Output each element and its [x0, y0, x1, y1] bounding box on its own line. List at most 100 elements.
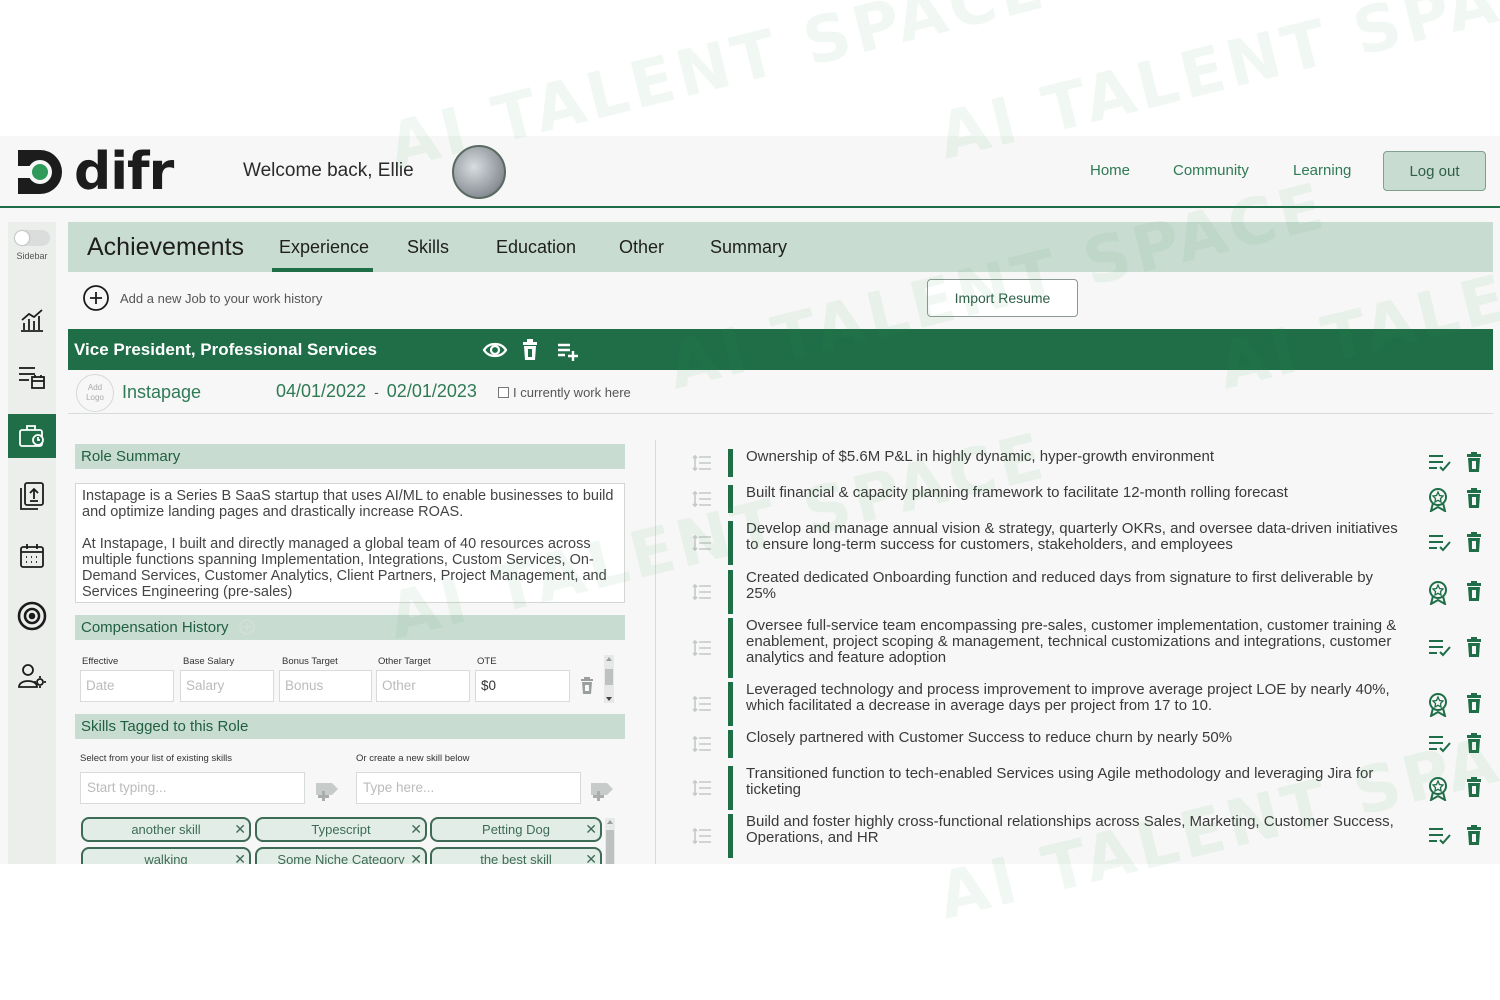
achievement-text[interactable]: Build and foster highly cross-functional… [746, 814, 1406, 846]
skill-chip[interactable]: another skill ✕ [81, 817, 251, 842]
nav-home[interactable]: Home [1090, 162, 1130, 179]
add-job-button[interactable]: Add a new Job to your work history [82, 284, 322, 312]
compensation-scrollbar[interactable] [604, 655, 614, 703]
start-date[interactable]: 04/01/2022 [276, 381, 366, 401]
drag-handle-icon[interactable] [692, 490, 711, 508]
checklist-icon[interactable] [1428, 825, 1452, 850]
skills-scrollbar[interactable] [605, 818, 615, 864]
achievement-row[interactable]: Transitioned function to tech-enabled Se… [688, 766, 1488, 810]
current-job-toggle[interactable]: I currently work here [498, 385, 631, 400]
drag-handle-icon[interactable] [692, 695, 711, 713]
other-target-input[interactable]: Other [376, 670, 470, 702]
tab-experience[interactable]: Experience [279, 237, 369, 258]
plus-circle-icon[interactable] [238, 619, 255, 635]
end-date[interactable]: 02/01/2023 [387, 381, 477, 401]
trash-icon[interactable] [1466, 733, 1482, 758]
difr-logo[interactable]: difr [14, 142, 184, 202]
role-summary-textarea[interactable]: Instapage is a Series B SaaS startup tha… [75, 483, 625, 603]
badge-icon[interactable] [1428, 777, 1448, 806]
skill-chip[interactable]: Typescript ✕ [255, 817, 427, 842]
add-logo-button[interactable]: Add Logo [76, 374, 114, 412]
skill-search-input[interactable]: Start typing... [80, 772, 305, 804]
achievement-text[interactable]: Ownership of $5.6M P&L in highly dynamic… [746, 449, 1406, 465]
checklist-icon[interactable] [1428, 733, 1452, 758]
sidebar-item-planning[interactable] [8, 354, 56, 398]
achievement-text[interactable]: Closely partnered with Customer Success … [746, 730, 1406, 746]
sidebar-item-experience[interactable] [8, 414, 56, 458]
trash-icon[interactable] [580, 677, 594, 700]
trash-icon[interactable] [1466, 637, 1482, 662]
achievement-row[interactable]: Develop and manage annual vision & strat… [688, 521, 1488, 565]
sidebar-item-profile-settings[interactable] [8, 654, 56, 698]
effective-date-input[interactable]: Date [80, 670, 174, 702]
badge-icon[interactable] [1428, 581, 1448, 610]
logout-button[interactable]: Log out [1383, 151, 1486, 191]
tab-summary[interactable]: Summary [710, 237, 787, 258]
create-skill-icon[interactable] [589, 777, 617, 806]
checklist-icon[interactable] [1428, 452, 1452, 477]
trash-icon[interactable] [1466, 488, 1482, 513]
achievement-row[interactable]: Created dedicated Onboarding function an… [688, 570, 1488, 614]
remove-chip-icon[interactable]: ✕ [410, 851, 422, 864]
trash-icon[interactable] [1466, 693, 1482, 718]
drag-handle-icon[interactable] [692, 583, 711, 601]
remove-chip-icon[interactable]: ✕ [234, 851, 246, 864]
trash-icon[interactable] [521, 339, 539, 366]
tab-skills[interactable]: Skills [407, 237, 449, 258]
drag-handle-icon[interactable] [692, 534, 711, 552]
new-skill-input[interactable]: Type here... [356, 772, 581, 804]
import-resume-button[interactable]: Import Resume [927, 279, 1078, 317]
badge-icon[interactable] [1428, 693, 1448, 722]
drag-handle-icon[interactable] [692, 779, 711, 797]
remove-chip-icon[interactable]: ✕ [410, 821, 422, 838]
add-list-icon[interactable] [556, 339, 580, 366]
skill-chip[interactable]: walking ✕ [81, 847, 251, 864]
nav-community[interactable]: Community [1173, 162, 1249, 179]
remove-chip-icon[interactable]: ✕ [585, 851, 597, 864]
trash-icon[interactable] [1466, 581, 1482, 606]
achievement-row[interactable]: Ownership of $5.6M P&L in highly dynamic… [688, 449, 1488, 477]
base-salary-input[interactable]: Salary [180, 670, 274, 702]
trash-icon[interactable] [1466, 532, 1482, 557]
trash-icon[interactable] [1466, 777, 1482, 802]
achievement-text[interactable]: Oversee full-service team encompassing p… [746, 618, 1406, 666]
checklist-icon[interactable] [1428, 637, 1452, 662]
remove-chip-icon[interactable]: ✕ [585, 821, 597, 838]
drag-handle-icon[interactable] [692, 454, 711, 472]
achievement-row[interactable]: Leveraged technology and process improve… [688, 682, 1488, 726]
add-skill-icon[interactable] [314, 777, 342, 806]
eye-icon[interactable] [482, 339, 508, 366]
skill-chip[interactable]: Petting Dog ✕ [430, 817, 602, 842]
remove-chip-icon[interactable]: ✕ [234, 821, 246, 838]
checklist-icon[interactable] [1428, 532, 1452, 557]
job-title[interactable]: Vice President, Professional Services [74, 340, 377, 360]
tab-education[interactable]: Education [496, 237, 576, 258]
achievement-text[interactable]: Develop and manage annual vision & strat… [746, 521, 1406, 553]
achievement-text[interactable]: Leveraged technology and process improve… [746, 682, 1406, 714]
achievement-row[interactable]: Closely partnered with Customer Success … [688, 730, 1488, 758]
bonus-target-input[interactable]: Bonus [279, 670, 372, 702]
trash-icon[interactable] [1466, 452, 1482, 477]
achievement-row[interactable]: Built financial & capacity planning fram… [688, 485, 1488, 514]
sidebar-item-documents[interactable] [8, 474, 56, 518]
tab-other[interactable]: Other [619, 237, 664, 258]
sidebar-item-calendar[interactable] [8, 534, 56, 578]
badge-icon[interactable] [1428, 488, 1448, 517]
achievement-row[interactable]: Oversee full-service team encompassing p… [688, 618, 1488, 678]
nav-learning[interactable]: Learning [1293, 162, 1351, 179]
sidebar-item-analytics[interactable] [8, 298, 56, 342]
skill-chip[interactable]: the best skill ✕ [430, 847, 602, 864]
drag-handle-icon[interactable] [692, 735, 711, 753]
achievement-row[interactable]: Build and foster highly cross-functional… [688, 814, 1488, 858]
sidebar-item-goals[interactable] [8, 594, 56, 638]
achievement-text[interactable]: Created dedicated Onboarding function an… [746, 570, 1406, 602]
achievement-text[interactable]: Transitioned function to tech-enabled Se… [746, 766, 1406, 798]
skill-chip[interactable]: Some Niche Category ✕ [255, 847, 427, 864]
company-name[interactable]: Instapage [122, 382, 201, 403]
trash-icon[interactable] [1466, 825, 1482, 850]
achievement-text[interactable]: Built financial & capacity planning fram… [746, 485, 1406, 501]
drag-handle-icon[interactable] [692, 827, 711, 845]
sidebar-toggle[interactable] [14, 230, 50, 246]
current-job-checkbox[interactable] [498, 387, 509, 398]
drag-handle-icon[interactable] [692, 639, 711, 657]
